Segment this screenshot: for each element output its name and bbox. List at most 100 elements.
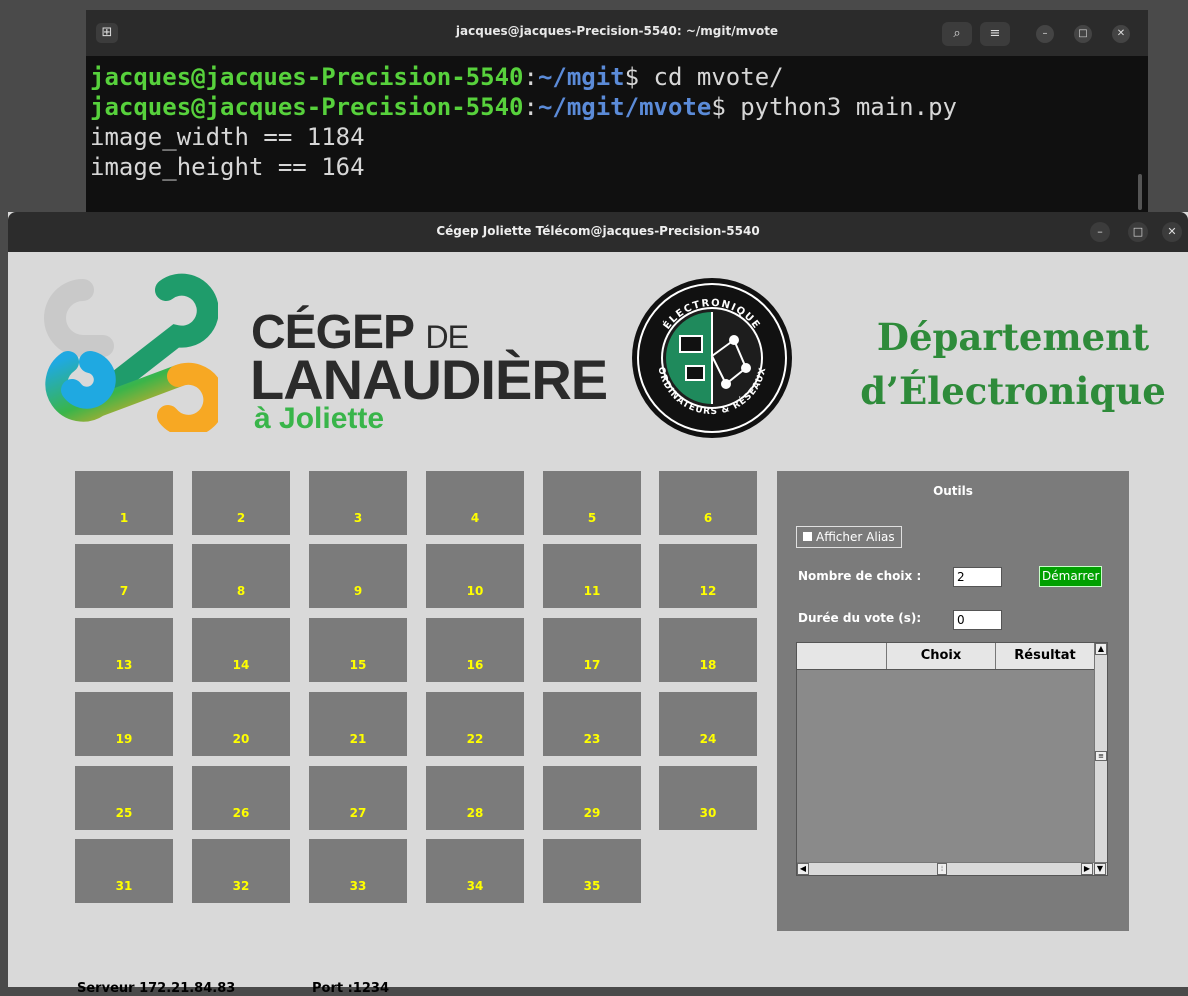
scroll-right-icon[interactable]: ▶ bbox=[1081, 863, 1093, 875]
column-header-index[interactable] bbox=[797, 643, 887, 669]
maximize-icon[interactable]: □ bbox=[1128, 222, 1148, 242]
voter-cell-label: 5 bbox=[587, 511, 597, 525]
voter-cell-label: 6 bbox=[703, 511, 713, 525]
cegep-logo-line3: à Joliette bbox=[254, 402, 385, 435]
server-port: Port :1234 bbox=[312, 981, 389, 996]
voter-cell-label: 26 bbox=[232, 806, 250, 820]
voter-cell[interactable]: 12 bbox=[659, 544, 757, 608]
scroll-thumb-grip-icon[interactable]: ≡ bbox=[1095, 751, 1107, 761]
close-icon[interactable]: ✕ bbox=[1112, 25, 1130, 43]
voter-cell[interactable]: 34 bbox=[426, 839, 524, 903]
voter-cell[interactable]: 5 bbox=[543, 471, 641, 535]
voter-cell-label: 10 bbox=[466, 584, 484, 598]
vertical-scrollbar[interactable]: ▲ ≡ bbox=[1094, 643, 1107, 863]
horizontal-scrollbar[interactable]: ◀ ⦙ ▶ ▼ bbox=[797, 862, 1107, 875]
voter-cell[interactable]: 13 bbox=[75, 618, 173, 682]
app-titlebar: Cégep Joliette Télécom@jacques-Precision… bbox=[8, 212, 1188, 252]
voter-cell[interactable]: 7 bbox=[75, 544, 173, 608]
choices-input[interactable]: 2 bbox=[953, 567, 1002, 587]
show-alias-checkbox[interactable]: Afficher Alias bbox=[796, 526, 902, 548]
voter-cell[interactable]: 19 bbox=[75, 692, 173, 756]
voter-cell[interactable]: 24 bbox=[659, 692, 757, 756]
voter-cell[interactable]: 6 bbox=[659, 471, 757, 535]
voter-cell[interactable]: 18 bbox=[659, 618, 757, 682]
voter-cell[interactable]: 10 bbox=[426, 544, 524, 608]
voter-cell[interactable]: 2 bbox=[192, 471, 290, 535]
voter-cell[interactable]: 3 bbox=[309, 471, 407, 535]
results-table[interactable]: Choix Résultat ▲ ≡ ◀ ⦙ ▶ ▼ bbox=[796, 642, 1108, 876]
voter-cell-label: 14 bbox=[232, 658, 250, 672]
voter-cell[interactable]: 11 bbox=[543, 544, 641, 608]
voter-cell[interactable]: 23 bbox=[543, 692, 641, 756]
scroll-down-icon[interactable]: ▼ bbox=[1094, 863, 1106, 875]
voter-cell[interactable]: 29 bbox=[543, 766, 641, 830]
checkbox-icon[interactable] bbox=[803, 532, 812, 541]
terminal-window: ⊞ jacques@jacques-Precision-5540: ~/mgit… bbox=[86, 10, 1148, 215]
duration-label: Durée du vote (s): bbox=[798, 611, 922, 625]
voter-cell[interactable]: 27 bbox=[309, 766, 407, 830]
voter-cell[interactable]: 32 bbox=[192, 839, 290, 903]
voter-cell[interactable]: 35 bbox=[543, 839, 641, 903]
voter-cell[interactable]: 33 bbox=[309, 839, 407, 903]
prompt-user: jacques@jacques-Precision-5540 bbox=[90, 93, 524, 121]
voter-cell[interactable]: 1 bbox=[75, 471, 173, 535]
voter-cell[interactable]: 20 bbox=[192, 692, 290, 756]
scroll-up-icon[interactable]: ▲ bbox=[1095, 643, 1107, 655]
results-table-header: Choix Résultat bbox=[797, 643, 1095, 670]
terminal-output-line: image_width == 1184 bbox=[90, 123, 365, 151]
voter-cell[interactable]: 26 bbox=[192, 766, 290, 830]
voter-cell-label: 20 bbox=[232, 732, 250, 746]
choices-label: Nombre de choix : bbox=[798, 569, 922, 583]
app-window: Cégep Joliette Télécom@jacques-Precision… bbox=[8, 212, 1188, 996]
column-header-choix[interactable]: Choix bbox=[887, 643, 996, 669]
voter-cell-label: 32 bbox=[232, 879, 250, 893]
show-alias-label: Afficher Alias bbox=[816, 530, 895, 544]
voter-cell[interactable]: 16 bbox=[426, 618, 524, 682]
voter-cell-label: 25 bbox=[115, 806, 133, 820]
voter-cell[interactable]: 17 bbox=[543, 618, 641, 682]
search-icon[interactable]: ⌕ bbox=[942, 22, 972, 46]
voter-cell[interactable]: 22 bbox=[426, 692, 524, 756]
maximize-icon[interactable]: □ bbox=[1074, 25, 1092, 43]
scroll-thumb-grip-icon[interactable]: ⦙ bbox=[937, 863, 947, 875]
voter-cell-label: 28 bbox=[466, 806, 484, 820]
department-line2: d’Électronique bbox=[860, 369, 1166, 413]
duration-input[interactable]: 0 bbox=[953, 610, 1002, 630]
voter-cell[interactable]: 8 bbox=[192, 544, 290, 608]
terminal-titlebar: ⊞ jacques@jacques-Precision-5540: ~/mgit… bbox=[86, 10, 1148, 56]
voter-cell[interactable]: 30 bbox=[659, 766, 757, 830]
terminal-output: jacques@jacques-Precision-5540:~/mgit$ c… bbox=[90, 62, 957, 182]
column-header-resultat[interactable]: Résultat bbox=[996, 643, 1094, 669]
voter-cell[interactable]: 28 bbox=[426, 766, 524, 830]
terminal-scrollbar[interactable] bbox=[1138, 174, 1142, 210]
voter-cell[interactable]: 31 bbox=[75, 839, 173, 903]
voter-cell[interactable]: 21 bbox=[309, 692, 407, 756]
minimize-icon[interactable]: – bbox=[1036, 25, 1054, 43]
prompt-symbol: $ bbox=[711, 93, 726, 121]
voter-cell-label: 23 bbox=[583, 732, 601, 746]
voter-cell[interactable]: 14 bbox=[192, 618, 290, 682]
voter-cell-label: 22 bbox=[466, 732, 484, 746]
voter-cell[interactable]: 4 bbox=[426, 471, 524, 535]
app-title: Cégep Joliette Télécom@jacques-Precision… bbox=[436, 224, 760, 238]
tools-panel: Outils Afficher Alias Nombre de choix : … bbox=[777, 471, 1129, 931]
prompt-user: jacques@jacques-Precision-5540 bbox=[90, 63, 524, 91]
voter-cell[interactable]: 15 bbox=[309, 618, 407, 682]
voter-cell-label: 17 bbox=[583, 658, 601, 672]
minimize-icon[interactable]: – bbox=[1090, 222, 1110, 242]
close-icon[interactable]: ✕ bbox=[1162, 222, 1182, 242]
voter-cell-label: 24 bbox=[699, 732, 717, 746]
voter-cell-label: 33 bbox=[349, 879, 367, 893]
menu-icon[interactable]: ≡ bbox=[980, 22, 1010, 46]
voter-cell-label: 1 bbox=[119, 511, 129, 525]
voter-cell-label: 8 bbox=[236, 584, 246, 598]
prompt-symbol: $ bbox=[624, 63, 640, 91]
terminal-line: jacques@jacques-Precision-5540:~/mgit$ c… bbox=[90, 62, 957, 92]
scroll-left-icon[interactable]: ◀ bbox=[797, 863, 809, 875]
voter-cell[interactable]: 25 bbox=[75, 766, 173, 830]
electronics-seal-icon: ÉLECTRONIQUE ORDINATEURS & RÉSEAUX bbox=[632, 278, 792, 438]
voter-cell[interactable]: 9 bbox=[309, 544, 407, 608]
start-button[interactable]: Démarrer bbox=[1039, 566, 1103, 587]
department-heading: Département d’Électronique bbox=[858, 310, 1168, 418]
department-line1: Département bbox=[876, 315, 1150, 359]
